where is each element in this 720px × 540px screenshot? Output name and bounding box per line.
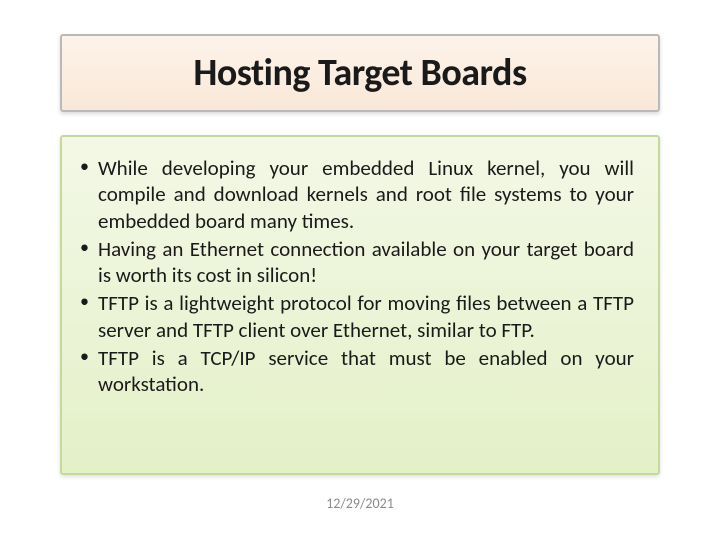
content-box: While developing your embedded Linux ker… xyxy=(60,135,660,475)
list-item: Having an Ethernet connection available … xyxy=(76,236,634,289)
footer-date: 12/29/2021 xyxy=(0,495,720,512)
list-item: TFTP is a lightweight protocol for movin… xyxy=(76,290,634,343)
list-item: While developing your embedded Linux ker… xyxy=(76,155,634,234)
title-box: Hosting Target Boards xyxy=(60,34,660,112)
bullet-list: While developing your embedded Linux ker… xyxy=(76,155,634,397)
slide-title: Hosting Target Boards xyxy=(193,50,526,96)
list-item: TFTP is a TCP/IP service that must be en… xyxy=(76,345,634,398)
